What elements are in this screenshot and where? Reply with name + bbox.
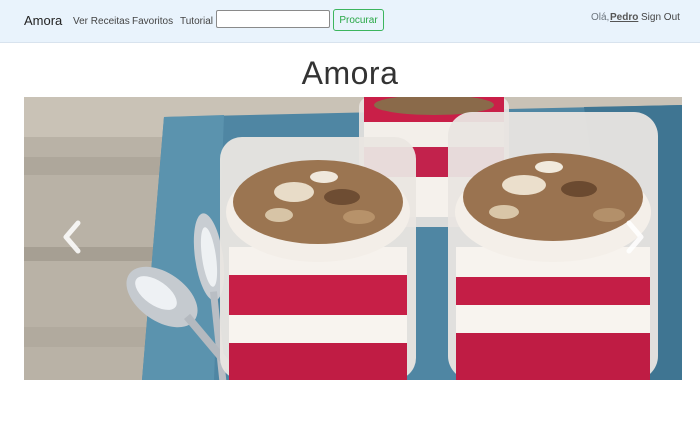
brand-link[interactable]: Amora (24, 13, 62, 28)
chevron-right-icon[interactable] (621, 217, 647, 257)
page-title: Amora (301, 55, 399, 91)
greeting-text: Olá, (591, 12, 610, 23)
nav-link-favoritos[interactable]: Favoritos (132, 16, 173, 27)
navbar: Amora Ver Receitas Favoritos Tutorial Pr… (0, 0, 700, 43)
search-button[interactable]: Procurar (333, 9, 384, 31)
nav-link-ver-receitas[interactable]: Ver Receitas (73, 16, 130, 27)
chevron-left-icon[interactable] (60, 217, 86, 257)
carousel (24, 97, 682, 380)
user-name-link[interactable]: Pedro (610, 12, 638, 23)
search-input[interactable] (216, 10, 330, 28)
nav-link-tutorial[interactable]: Tutorial (180, 16, 213, 27)
photo-parfait-icon (24, 97, 682, 380)
sign-out-link[interactable]: Sign Out (641, 12, 680, 23)
